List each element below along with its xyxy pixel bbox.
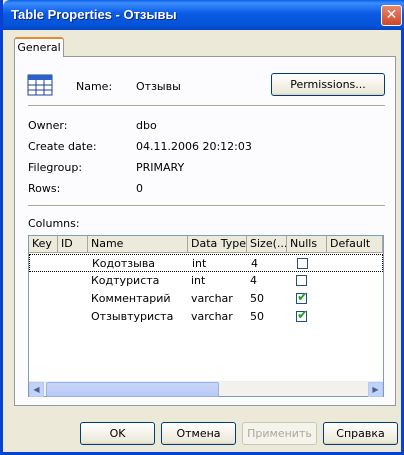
name-label: Name:: [76, 80, 113, 93]
scroll-left-button[interactable]: ◀: [29, 382, 44, 397]
nulls-checkbox[interactable]: [296, 308, 308, 323]
ok-button[interactable]: OK: [80, 422, 155, 445]
filegroup-value: PRIMARY: [136, 161, 185, 174]
rows-value: 0: [136, 182, 143, 195]
col-header-data-type[interactable]: Data Type: [188, 236, 247, 252]
nulls-checkbox[interactable]: [296, 290, 308, 305]
table-row[interactable]: Кодотзыва int 4: [29, 254, 383, 272]
row-name: Кодтуриста: [91, 274, 160, 287]
columns-grid[interactable]: Key ID Name Data Type Size(... Nulls Def…: [28, 235, 384, 397]
table-row[interactable]: Кодтуриста int 4: [29, 272, 383, 290]
col-header-key[interactable]: Key: [29, 236, 58, 252]
row-name: Кодотзыва: [92, 257, 156, 270]
owner-value: dbo: [136, 119, 157, 132]
nulls-checkbox[interactable]: [296, 275, 307, 286]
row-size: 50: [250, 310, 264, 323]
table-row[interactable]: Отзывтуриста varchar 50: [29, 308, 383, 326]
scroll-right-button[interactable]: ▶: [368, 382, 383, 397]
col-header-size[interactable]: Size(...: [247, 236, 287, 252]
close-button[interactable]: ✕: [381, 5, 402, 26]
col-header-default[interactable]: Default: [327, 236, 383, 252]
create-date-label: Create date:: [28, 140, 97, 153]
grid-header: Key ID Name Data Type Size(... Nulls Def…: [29, 236, 383, 253]
title-bar[interactable]: Table Properties - Отзывы ✕: [3, 0, 404, 30]
dialog-window: Table Properties - Отзывы ✕ General Name…: [0, 0, 404, 455]
help-button[interactable]: Справка: [323, 422, 398, 445]
divider: [28, 205, 385, 207]
filegroup-label: Filegroup:: [28, 161, 83, 174]
row-type: int: [192, 257, 207, 270]
tab-general[interactable]: General: [14, 37, 64, 57]
window-title: Table Properties - Отзывы: [11, 7, 177, 22]
row-name: Отзывтуриста: [91, 310, 174, 323]
row-type: varchar: [191, 310, 233, 323]
col-header-id[interactable]: ID: [58, 236, 88, 252]
name-value: Отзывы: [136, 80, 181, 93]
row-name: Комментарий: [91, 292, 171, 305]
cancel-button[interactable]: Отмена: [161, 422, 236, 445]
row-size: 4: [250, 274, 257, 287]
scroll-thumb[interactable]: [46, 382, 219, 397]
row-type: int: [191, 274, 206, 287]
table-row[interactable]: Комментарий varchar 50: [29, 290, 383, 308]
row-size: 50: [250, 292, 264, 305]
close-icon: ✕: [385, 7, 398, 23]
row-size: 4: [251, 257, 258, 270]
apply-button[interactable]: Применить: [242, 422, 317, 445]
columns-label: Columns:: [28, 217, 80, 230]
chevron-left-icon: ◀: [33, 385, 40, 394]
nulls-checkbox[interactable]: [297, 258, 308, 269]
table-icon: [27, 74, 53, 96]
owner-label: Owner:: [28, 119, 68, 132]
col-header-name[interactable]: Name: [88, 236, 188, 252]
col-header-nulls[interactable]: Nulls: [287, 236, 327, 252]
create-date-value: 04.11.2006 20:12:03: [136, 140, 252, 153]
permissions-button[interactable]: Permissions...: [271, 73, 385, 96]
chevron-right-icon: ▶: [372, 385, 379, 394]
divider: [28, 105, 385, 107]
horizontal-scrollbar[interactable]: ◀ ▶: [29, 381, 383, 397]
rows-label: Rows:: [28, 182, 61, 195]
general-panel: Name: Отзывы Permissions... Owner: dbo C…: [14, 56, 396, 406]
row-type: varchar: [191, 292, 233, 305]
